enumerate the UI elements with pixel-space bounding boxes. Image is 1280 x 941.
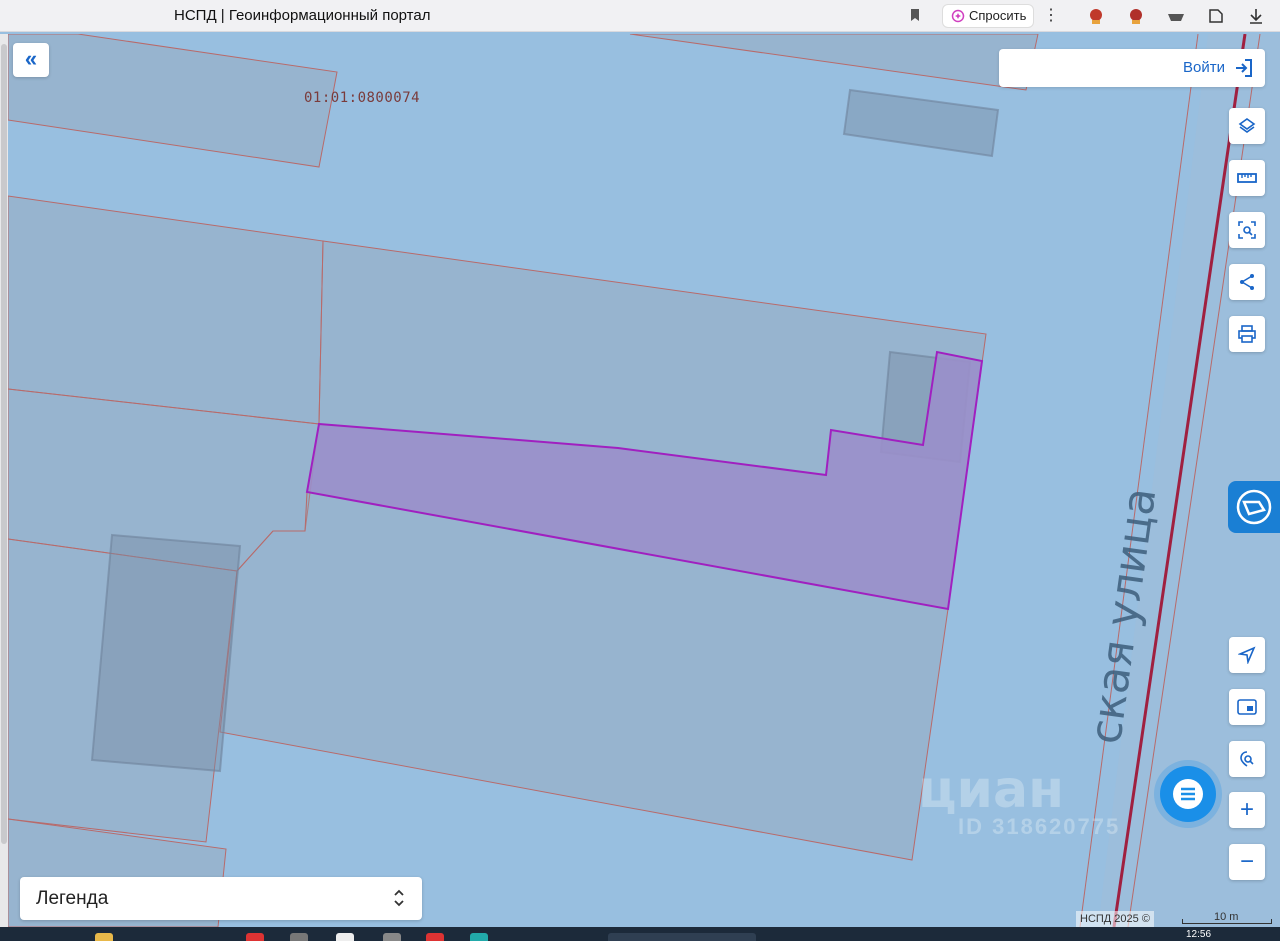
- cian-watermark: циан ID 318620775: [918, 760, 1120, 840]
- cadastral-number-label[interactable]: 01:01:0800074: [304, 90, 420, 106]
- search-location-icon: [1240, 751, 1254, 767]
- legend-dropdown[interactable]: Легенда: [20, 877, 422, 920]
- select-area-button[interactable]: [1229, 212, 1265, 248]
- folder-icon[interactable]: [95, 933, 113, 941]
- parcel-top-right: [629, 34, 1039, 91]
- share-button[interactable]: [1229, 264, 1265, 300]
- print-button[interactable]: [1229, 316, 1265, 352]
- sign-icon: [1236, 489, 1272, 525]
- watermark-logo: циан: [918, 760, 1064, 820]
- layers-button[interactable]: [1229, 108, 1265, 144]
- scrollbar[interactable]: [0, 34, 8, 927]
- chat-icon: [1173, 779, 1203, 809]
- legend-label: Легенда: [36, 888, 109, 909]
- side-panel-tab[interactable]: [1228, 481, 1280, 533]
- minimap-button[interactable]: [1229, 689, 1265, 725]
- app-5-icon[interactable]: [426, 933, 444, 941]
- bookmark-icon[interactable]: [909, 8, 921, 22]
- app-1-icon[interactable]: [246, 933, 264, 941]
- share-icon: [1240, 274, 1254, 290]
- select-area-icon: [1238, 221, 1256, 239]
- extension-1-icon[interactable]: [1086, 6, 1106, 26]
- os-taskbar: 12:56: [0, 927, 1280, 941]
- geolocation-button[interactable]: [1229, 637, 1265, 673]
- tab-title[interactable]: НСПД | Геоинформационный портал: [174, 7, 430, 24]
- zoom-out-button[interactable]: −: [1229, 844, 1265, 880]
- building-3: [90, 533, 242, 773]
- extension-2-icon[interactable]: [1126, 6, 1146, 26]
- app-2-icon[interactable]: [290, 933, 308, 941]
- geolocation-icon: [1238, 646, 1256, 664]
- app-4-icon[interactable]: [383, 933, 401, 941]
- sparkle-icon: [951, 9, 965, 23]
- layers-icon: [1238, 118, 1256, 133]
- active-app-icon[interactable]: [608, 933, 756, 941]
- collapse-panel-button[interactable]: «: [13, 43, 49, 77]
- ask-ai-button[interactable]: Спросить: [942, 4, 1034, 28]
- menu-kebab-icon[interactable]: ⋮: [1040, 4, 1062, 28]
- ask-ai-label: Спросить: [969, 8, 1027, 23]
- login-icon: [1236, 59, 1252, 77]
- reader-icon[interactable]: [1206, 6, 1226, 26]
- attribution: НСПД 2025 ©: [1076, 911, 1154, 927]
- zoom-in-button[interactable]: +: [1229, 792, 1265, 828]
- login-label: Войти: [1183, 59, 1225, 76]
- parcel-left-1: [8, 195, 324, 425]
- scrollbar-thumb[interactable]: [1, 44, 7, 844]
- login-button[interactable]: Войти: [999, 49, 1265, 87]
- parcel-top-left: [8, 34, 338, 168]
- minimap-icon: [1237, 699, 1257, 715]
- scale-bar: [1182, 919, 1272, 924]
- extension-3-icon[interactable]: [1166, 6, 1186, 26]
- ruler-button[interactable]: [1229, 160, 1265, 196]
- download-icon[interactable]: [1246, 6, 1266, 26]
- app-3-icon[interactable]: [336, 933, 354, 941]
- building-1: [842, 88, 1000, 158]
- chevron-up-down-icon: [394, 889, 404, 907]
- print-icon: [1238, 325, 1256, 343]
- browser-bar: НСПД | Геоинформационный портал Спросить…: [0, 0, 1280, 32]
- app-6-icon[interactable]: [470, 933, 488, 941]
- clock: 12:56: [1186, 929, 1212, 940]
- search-location-button[interactable]: [1229, 741, 1265, 777]
- chat-button[interactable]: [1160, 766, 1216, 822]
- ruler-icon: [1237, 173, 1257, 183]
